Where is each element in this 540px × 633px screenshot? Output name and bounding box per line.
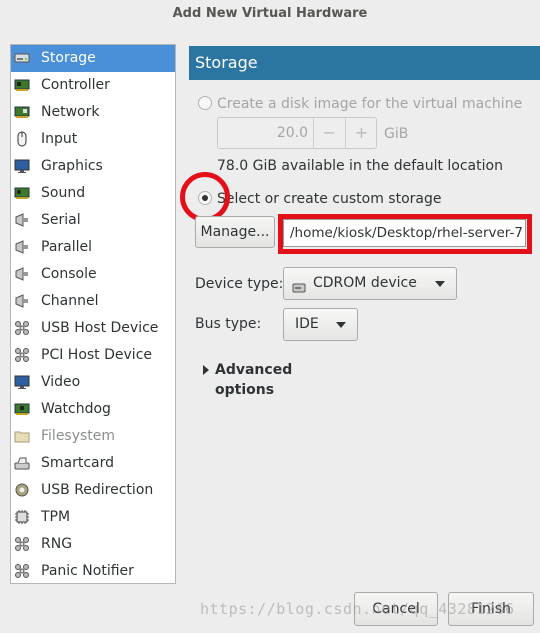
create-image-label: Create a disk image for the virtual mach…: [217, 96, 523, 112]
sidebar-item-network[interactable]: Network: [11, 99, 175, 126]
annotation-box: [278, 214, 532, 254]
video-icon: [14, 374, 30, 390]
window-title: Add New Virtual Hardware: [172, 6, 368, 21]
sidebar-item-input[interactable]: Input: [11, 126, 175, 153]
sidebar-item-label: TPM: [41, 509, 71, 525]
size-unit-label: GiB: [384, 126, 409, 142]
smartcard-icon: [14, 455, 30, 471]
controller-icon: [14, 77, 30, 93]
sidebar-item-label: Console: [41, 266, 97, 282]
storage-icon: [14, 50, 30, 66]
console-icon: [14, 266, 30, 282]
sidebar-item-smartcard[interactable]: Smartcard: [11, 450, 175, 477]
annotation-circle: [180, 172, 230, 222]
sidebar-item-video[interactable]: Video: [11, 369, 175, 396]
device-type-combo[interactable]: CDROM device: [283, 267, 457, 300]
device-type-value: CDROM device: [313, 275, 417, 291]
rng-icon: [14, 536, 30, 552]
sidebar-item-storage[interactable]: Storage: [11, 45, 175, 72]
usb-redirection-icon: [14, 482, 30, 498]
manage-button[interactable]: Manage...: [195, 216, 275, 248]
hardware-type-list[interactable]: Storage Controller Network Input Graphic…: [10, 44, 176, 584]
sidebar-item-channel[interactable]: Channel: [11, 288, 175, 315]
sidebar-item-label: Channel: [41, 293, 99, 309]
sidebar-item-parallel[interactable]: Parallel: [11, 234, 175, 261]
sidebar-item-label: PCI Host Device: [41, 347, 153, 363]
advanced-options-expander[interactable]: Advanced options: [201, 360, 341, 398]
sidebar-item-controller[interactable]: Controller: [11, 72, 175, 99]
sidebar-item-usb-redirection[interactable]: USB Redirection: [11, 477, 175, 504]
chip-icon: [14, 509, 30, 525]
sidebar-item-rng[interactable]: RNG: [11, 531, 175, 558]
increment-button[interactable]: +: [346, 118, 377, 148]
sidebar-item-sound[interactable]: Sound: [11, 180, 175, 207]
sidebar-item-label: Serial: [41, 212, 81, 228]
pci-icon: [14, 347, 30, 363]
sidebar-item-label: Panic Notifier: [41, 563, 134, 579]
bus-type-label: Bus type:: [195, 316, 262, 332]
decrement-button[interactable]: −: [314, 118, 345, 148]
device-type-label: Device type:: [195, 276, 284, 292]
sidebar-item-label: RNG: [41, 536, 73, 552]
bus-type-value: IDE: [295, 316, 319, 332]
usb-icon: [14, 320, 30, 336]
sidebar-item-label: Input: [41, 131, 78, 147]
monitor-icon: [14, 158, 30, 174]
mouse-icon: [14, 131, 30, 147]
sound-card-icon: [14, 185, 30, 201]
disk-size-spinner[interactable]: 20.0 − +: [217, 117, 377, 149]
sidebar-item-label: Storage: [41, 50, 96, 66]
sidebar-item-usb-host-device[interactable]: USB Host Device: [11, 315, 175, 342]
sidebar-item-filesystem[interactable]: Filesystem: [11, 423, 175, 450]
disk-size-value[interactable]: 20.0: [218, 118, 308, 148]
chevron-down-icon: [435, 281, 445, 287]
sidebar-item-label: USB Host Device: [41, 320, 159, 336]
sidebar-item-label: Graphics: [41, 158, 103, 174]
watermark: https://blog.csdn.net/qq_43281266: [200, 600, 515, 618]
cdrom-icon: [292, 276, 306, 293]
chevron-right-icon: [203, 365, 209, 375]
sidebar-item-panic-notifier[interactable]: Panic Notifier: [11, 558, 175, 585]
sidebar-item-graphics[interactable]: Graphics: [11, 153, 175, 180]
custom-storage-label: Select or create custom storage: [217, 191, 442, 207]
sidebar-item-watchdog[interactable]: Watchdog: [11, 396, 175, 423]
bus-type-combo[interactable]: IDE: [283, 308, 358, 341]
sidebar-item-pci-host-device[interactable]: PCI Host Device: [11, 342, 175, 369]
sidebar-item-console[interactable]: Console: [11, 261, 175, 288]
watchdog-icon: [14, 401, 30, 417]
sidebar-item-label: Filesystem: [41, 428, 116, 444]
sidebar-item-label: Smartcard: [41, 455, 115, 471]
sidebar-item-label: Network: [41, 104, 100, 120]
available-space-text: 78.0 GiB available in the default locati…: [217, 158, 503, 174]
sidebar-item-label: Watchdog: [41, 401, 111, 417]
sidebar-item-label: Controller: [41, 77, 110, 93]
parallel-port-icon: [14, 239, 30, 255]
sidebar-item-label: USB Redirection: [41, 482, 154, 498]
chevron-down-icon: [336, 322, 346, 328]
sidebar-item-tpm[interactable]: TPM: [11, 504, 175, 531]
folder-icon: [14, 428, 30, 444]
create-image-radio[interactable]: [198, 96, 212, 110]
serial-port-icon: [14, 212, 30, 228]
sidebar-item-serial[interactable]: Serial: [11, 207, 175, 234]
advanced-options-label: Advanced options: [215, 362, 293, 398]
sidebar-item-label: Video: [41, 374, 81, 390]
channel-icon: [14, 293, 30, 309]
sidebar-item-label: Sound: [41, 185, 86, 201]
sidebar-item-label: Parallel: [41, 239, 93, 255]
network-icon: [14, 104, 30, 120]
section-header: Storage: [189, 46, 540, 80]
panic-icon: [14, 563, 30, 579]
